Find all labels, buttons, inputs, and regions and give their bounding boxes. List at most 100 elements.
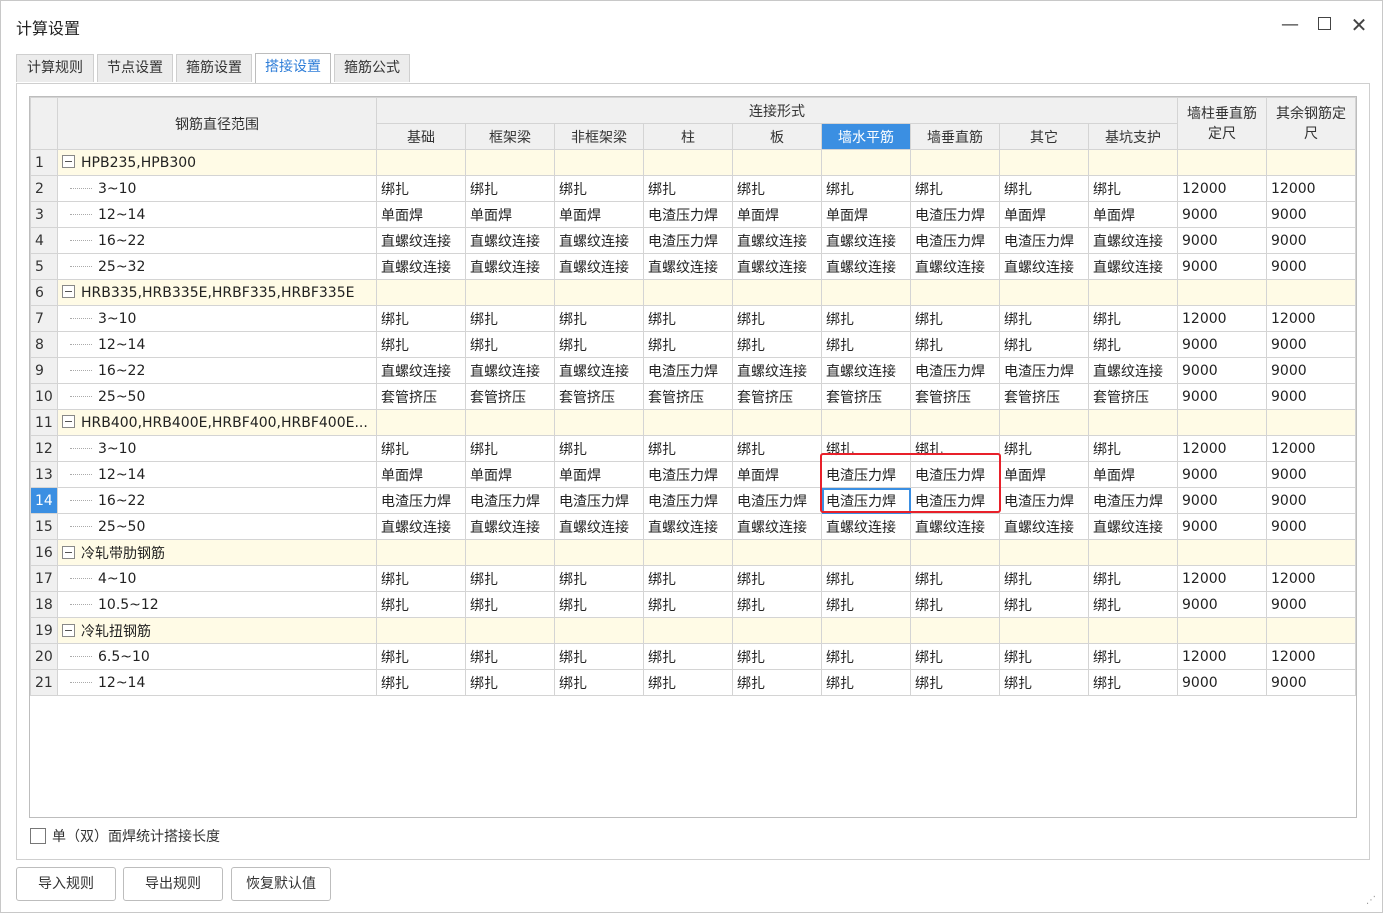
wall-column-length-cell[interactable]: 9000 — [1177, 513, 1267, 540]
tab-lap-settings[interactable]: 搭接设置 — [255, 53, 331, 83]
wall-column-length-cell[interactable]: 9000 — [1177, 253, 1267, 280]
lap-settings-grid[interactable]: 钢筋直径范围 连接形式 墙柱垂直筋定尺 其余钢筋定尺 基础 框架梁 非框架梁柱板墙水… — [29, 96, 1357, 818]
table-row[interactable]: 2 3~10 绑扎 绑扎 绑扎 绑扎 绑扎 绑扎 绑扎 绑扎 绑扎 12000 12000 — [30, 175, 1356, 202]
row-number[interactable]: 3 — [30, 201, 58, 228]
row-number[interactable]: 20 — [30, 643, 58, 670]
connection-cell[interactable]: 电渣压力焊 — [821, 487, 911, 514]
connection-cell[interactable]: 绑扎 — [999, 591, 1089, 618]
connection-cell[interactable]: 绑扎 — [1088, 643, 1178, 670]
table-row[interactable]: 15 25~50 直螺纹连接 直螺纹连接 直螺纹连接 直螺纹连接 直螺纹连接 直螺纹连接 直螺纹… — [30, 513, 1356, 540]
other-rebar-length-cell[interactable]: 12000 — [1266, 435, 1356, 462]
connection-cell[interactable]: 直螺纹连接 — [465, 227, 555, 254]
collapse-icon[interactable] — [62, 414, 75, 428]
connection-cell[interactable]: 电渣压力焊 — [910, 201, 1000, 228]
connection-cell[interactable]: 绑扎 — [465, 305, 555, 332]
connection-cell[interactable]: 绑扎 — [643, 305, 733, 332]
wall-column-length-cell[interactable]: 9000 — [1177, 383, 1267, 410]
connection-cell[interactable]: 绑扎 — [465, 435, 555, 462]
row-number[interactable]: 13 — [30, 461, 58, 488]
connection-cell[interactable]: 绑扎 — [376, 643, 466, 670]
connection-cell[interactable]: 绑扎 — [554, 435, 644, 462]
connection-cell[interactable] — [1088, 149, 1178, 176]
connection-cell[interactable]: 直螺纹连接 — [376, 513, 466, 540]
connection-cell[interactable]: 套管挤压 — [376, 383, 466, 410]
connection-cell[interactable]: 绑扎 — [732, 175, 822, 202]
connection-cell[interactable] — [465, 539, 555, 566]
connection-cell[interactable]: 绑扎 — [821, 175, 911, 202]
column-header-2[interactable]: 非框架梁 — [554, 123, 644, 150]
table-row[interactable]: 18 10.5~12 绑扎 绑扎 绑扎 绑扎 绑扎 绑扎 绑扎 绑扎 绑扎 9000 9000 — [30, 591, 1356, 618]
connection-cell[interactable] — [999, 539, 1089, 566]
row-number[interactable]: 9 — [30, 357, 58, 384]
connection-cell[interactable]: 绑扎 — [643, 331, 733, 358]
connection-cell[interactable]: 绑扎 — [643, 435, 733, 462]
connection-cell[interactable]: 电渣压力焊 — [465, 487, 555, 514]
wall-column-length-cell[interactable]: 9000 — [1177, 201, 1267, 228]
connection-cell[interactable]: 绑扎 — [1088, 591, 1178, 618]
connection-cell[interactable]: 绑扎 — [465, 669, 555, 696]
connection-cell[interactable]: 绑扎 — [732, 565, 822, 592]
wall-column-length-cell[interactable]: 9000 — [1177, 669, 1267, 696]
connection-cell[interactable]: 绑扎 — [732, 643, 822, 670]
connection-cell[interactable]: 绑扎 — [999, 669, 1089, 696]
connection-cell[interactable]: 直螺纹连接 — [821, 513, 911, 540]
table-row[interactable]: 13 12~14 单面焊 单面焊 单面焊 电渣压力焊 单面焊 电渣压力焊 电渣压力焊 单面焊 单面焊… — [30, 461, 1356, 488]
other-rebar-length-cell[interactable]: 9000 — [1266, 461, 1356, 488]
connection-cell[interactable]: 绑扎 — [376, 331, 466, 358]
connection-cell[interactable]: 电渣压力焊 — [643, 227, 733, 254]
connection-cell[interactable] — [732, 279, 822, 306]
connection-cell[interactable]: 绑扎 — [554, 669, 644, 696]
connection-cell[interactable] — [465, 409, 555, 436]
connection-cell[interactable] — [376, 617, 466, 644]
column-header-1[interactable]: 框架梁 — [465, 123, 555, 150]
other-rebar-length-cell[interactable]: 9000 — [1266, 227, 1356, 254]
connection-cell[interactable]: 单面焊 — [1088, 201, 1178, 228]
connection-cell[interactable] — [376, 409, 466, 436]
connection-cell[interactable]: 单面焊 — [821, 201, 911, 228]
row-number[interactable]: 12 — [30, 435, 58, 462]
wall-column-length-cell[interactable]: 9000 — [1177, 331, 1267, 358]
connection-cell[interactable] — [821, 279, 911, 306]
connection-cell[interactable]: 电渣压力焊 — [910, 487, 1000, 514]
connection-cell[interactable]: 套管挤压 — [1088, 383, 1178, 410]
column-header-3[interactable]: 柱 — [643, 123, 733, 150]
connection-cell[interactable]: 绑扎 — [643, 591, 733, 618]
connection-cell[interactable]: 绑扎 — [821, 435, 911, 462]
connection-cell[interactable]: 单面焊 — [999, 461, 1089, 488]
connection-cell[interactable]: 绑扎 — [643, 175, 733, 202]
other-rebar-length-cell[interactable]: 12000 — [1266, 175, 1356, 202]
connection-cell[interactable]: 直螺纹连接 — [999, 253, 1089, 280]
connection-cell[interactable] — [910, 279, 1000, 306]
table-row[interactable]: 10 25~50 套管挤压 套管挤压 套管挤压 套管挤压 套管挤压 套管挤压 套管挤压 套管挤压套… — [30, 383, 1356, 410]
connection-cell[interactable] — [732, 409, 822, 436]
wall-column-length-cell[interactable]: 12000 — [1177, 643, 1267, 670]
connection-cell[interactable]: 绑扎 — [732, 331, 822, 358]
connection-cell[interactable]: 电渣压力焊 — [554, 487, 644, 514]
connection-cell[interactable]: 绑扎 — [1088, 565, 1178, 592]
other-rebar-length-cell[interactable]: 9000 — [1266, 253, 1356, 280]
connection-cell[interactable]: 直螺纹连接 — [554, 227, 644, 254]
connection-cell[interactable]: 绑扎 — [376, 305, 466, 332]
connection-cell[interactable] — [821, 539, 911, 566]
minimize-button[interactable]: — — [1276, 11, 1304, 39]
connection-cell[interactable] — [1088, 279, 1178, 306]
export-rules-button[interactable]: 导出规则 — [123, 867, 223, 901]
connection-cell[interactable] — [554, 149, 644, 176]
connection-cell[interactable] — [643, 279, 733, 306]
connection-cell[interactable]: 直螺纹连接 — [643, 253, 733, 280]
other-rebar-length-cell[interactable]: 9000 — [1266, 383, 1356, 410]
connection-cell[interactable]: 绑扎 — [1088, 331, 1178, 358]
connection-cell[interactable] — [910, 617, 1000, 644]
other-rebar-length-cell[interactable]: 9000 — [1266, 331, 1356, 358]
column-header-5[interactable]: 墙水平筋 — [821, 123, 911, 150]
group-row[interactable]: 1 HPB235,HPB300 — [30, 149, 1356, 176]
other-rebar-length-cell[interactable]: 9000 — [1266, 201, 1356, 228]
row-number[interactable]: 21 — [30, 669, 58, 696]
row-number[interactable]: 6 — [30, 279, 58, 306]
connection-cell[interactable] — [1088, 409, 1178, 436]
connection-cell[interactable]: 电渣压力焊 — [999, 357, 1089, 384]
connection-cell[interactable]: 直螺纹连接 — [732, 357, 822, 384]
connection-cell[interactable]: 套管挤压 — [732, 383, 822, 410]
connection-cell[interactable]: 直螺纹连接 — [732, 253, 822, 280]
connection-cell[interactable]: 绑扎 — [465, 175, 555, 202]
